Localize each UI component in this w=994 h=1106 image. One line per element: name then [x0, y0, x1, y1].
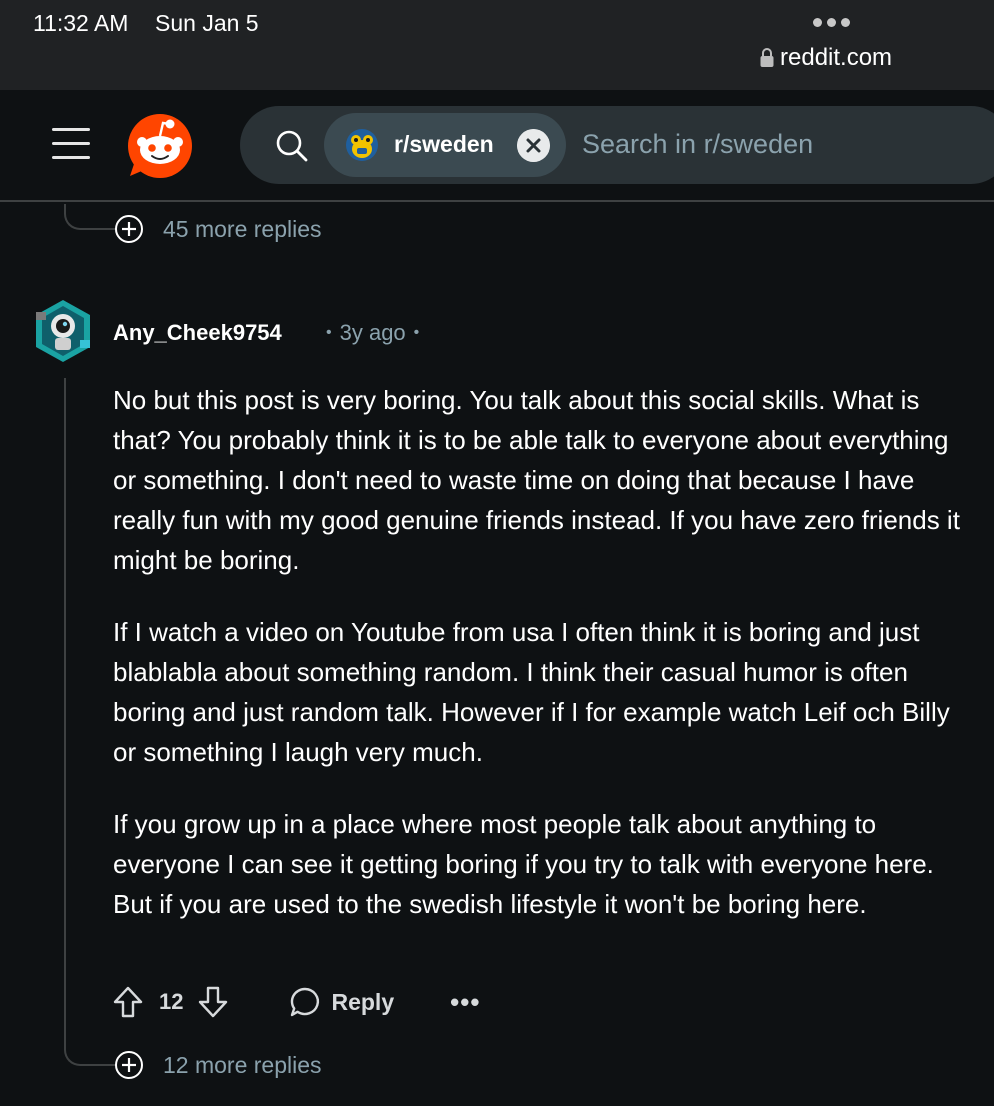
search-placeholder[interactable]: Search in r/sweden	[582, 129, 813, 160]
comment-paragraph: If you grow up in a place where most peo…	[113, 809, 934, 919]
comment-actions: 12 Reply •••	[112, 982, 480, 1022]
vote-score: 12	[159, 989, 184, 1014]
comment-meta: • 3y ago •	[326, 320, 420, 345]
search-icon[interactable]	[274, 128, 310, 164]
more-replies-label: 12 more replies	[163, 1051, 322, 1078]
comment-thread-line[interactable]	[64, 378, 66, 1038]
thread-connector	[64, 204, 116, 230]
reply-button[interactable]: Reply	[289, 986, 394, 1018]
more-options-icon[interactable]: •••	[450, 989, 480, 1015]
browser-status-bar: 11:32 AM Sun Jan 5 reddit.com	[0, 0, 994, 90]
subreddit-avatar-icon	[346, 129, 378, 161]
more-replies-top[interactable]: 45 more replies	[114, 214, 322, 244]
lock-icon	[760, 48, 774, 67]
comment-bubble-icon	[291, 987, 320, 1017]
close-icon[interactable]	[517, 129, 550, 162]
url-text: reddit.com	[780, 44, 893, 71]
upvote-icon[interactable]	[112, 985, 144, 1019]
url-bar[interactable]: reddit.com	[760, 44, 892, 72]
reply-label: Reply	[331, 988, 395, 1015]
more-replies-bottom[interactable]: 12 more replies	[114, 1050, 322, 1080]
status-time: 11:32 AM	[33, 10, 129, 36]
tab-overflow-icon[interactable]	[813, 18, 850, 27]
comment-username[interactable]: Any_Cheek9754	[113, 320, 282, 346]
more-replies-label: 45 more replies	[163, 215, 322, 242]
plus-circle-icon	[115, 1051, 143, 1079]
status-date: Sun Jan 5	[155, 10, 259, 36]
community-chip-label: r/sweden	[394, 131, 494, 157]
comment-paragraph: No but this post is very boring. You tal…	[113, 385, 960, 575]
plus-circle-icon	[115, 215, 143, 243]
comment-paragraph: If I watch a video on Youtube from usa I…	[113, 617, 950, 767]
thread-connector	[64, 1036, 116, 1066]
menu-icon[interactable]	[52, 128, 92, 160]
reddit-logo[interactable]	[126, 112, 194, 178]
comment-age: 3y ago	[339, 320, 406, 345]
user-avatar[interactable]	[32, 298, 94, 364]
comment-body: No but this post is very boring. You tal…	[113, 380, 963, 956]
downvote-icon[interactable]	[197, 985, 229, 1019]
